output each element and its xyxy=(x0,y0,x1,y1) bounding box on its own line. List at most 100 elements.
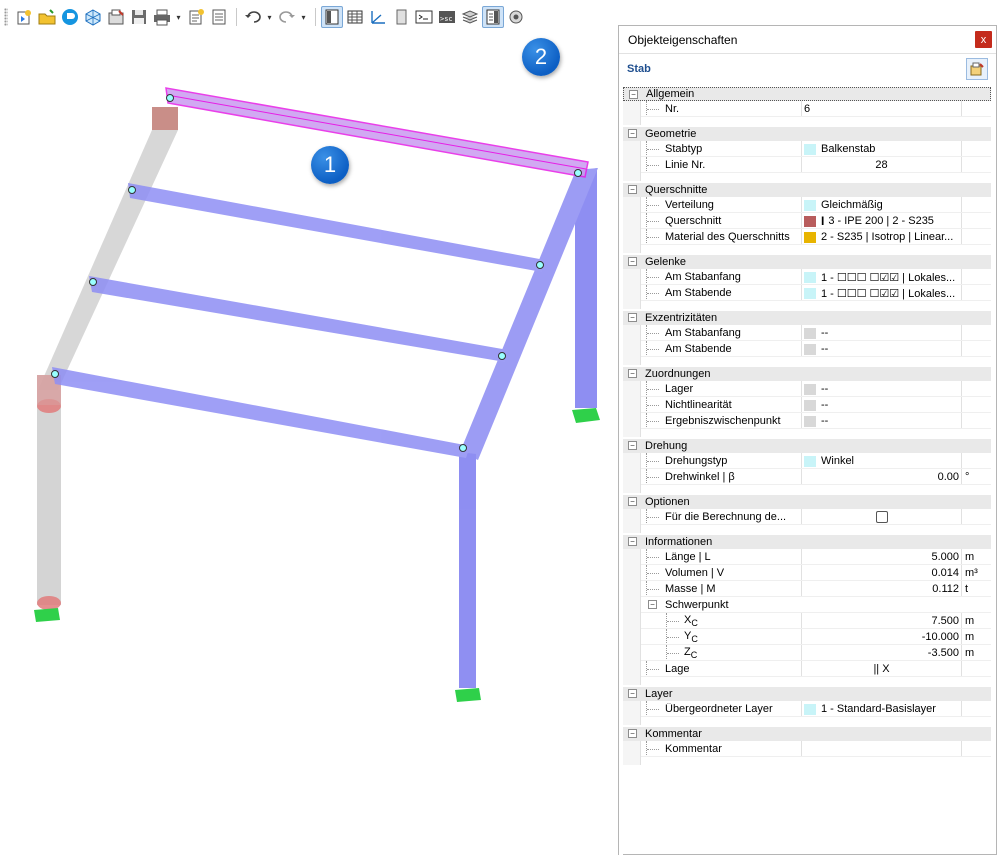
section-header[interactable]: − Querschnitte xyxy=(623,183,991,197)
property-row[interactable]: Übergeordneter Layer 1 - Standard-Basisla… xyxy=(623,701,991,717)
property-row[interactable]: Kommentar xyxy=(623,741,991,757)
new-model-button[interactable] xyxy=(13,6,35,28)
collapse-icon[interactable]: − xyxy=(648,600,657,609)
property-value[interactable]: -- xyxy=(804,383,959,395)
section-header[interactable]: − Optionen xyxy=(623,495,991,509)
property-row[interactable]: − Schwerpunkt xyxy=(623,597,991,613)
property-row[interactable]: Volumen | V 0.014 m³ xyxy=(623,565,991,581)
property-value[interactable]: -- xyxy=(804,343,959,355)
property-value[interactable]: 0.014 xyxy=(804,567,959,579)
property-value[interactable]: 0.112 xyxy=(804,583,959,595)
undo-button[interactable] xyxy=(242,6,264,28)
property-value[interactable]: -3.500 xyxy=(804,647,959,659)
chevron-down-icon[interactable]: ▾ xyxy=(299,6,308,28)
print-button[interactable] xyxy=(151,6,173,28)
chevron-down-icon[interactable]: ▾ xyxy=(265,6,274,28)
panel-close-button[interactable]: x xyxy=(975,31,992,48)
gray-column-front[interactable] xyxy=(37,375,61,610)
navigator-panel-button[interactable] xyxy=(321,6,343,28)
checkbox[interactable] xyxy=(875,511,888,523)
collapse-icon[interactable]: − xyxy=(628,537,637,546)
axis-button[interactable] xyxy=(367,6,389,28)
section-header[interactable]: − Kommentar xyxy=(623,727,991,741)
table-button[interactable] xyxy=(344,6,366,28)
highlighted-beam-6[interactable] xyxy=(165,87,589,178)
property-row[interactable]: Masse | M 0.112 t xyxy=(623,581,991,597)
property-value[interactable]: Gleichmäßig xyxy=(804,199,959,211)
property-value[interactable]: 5.000 xyxy=(804,551,959,563)
property-row[interactable]: Lage || X xyxy=(623,661,991,677)
layers-button[interactable] xyxy=(459,6,481,28)
property-row[interactable]: Am Stabende 1 - ☐☐☐ ☐☑☑ | Lokales... xyxy=(623,285,991,301)
section-header[interactable]: − Allgemein xyxy=(623,87,991,101)
section-header[interactable]: − Geometrie xyxy=(623,127,991,141)
property-value[interactable]: -- xyxy=(804,399,959,411)
property-value[interactable]: 7.500 xyxy=(804,615,959,627)
property-row[interactable]: Querschnitt I 3 - IPE 200 | 2 - S235 xyxy=(623,213,991,229)
selected-frame[interactable] xyxy=(52,168,598,688)
property-row[interactable]: Drehungstyp Winkel xyxy=(623,453,991,469)
property-value[interactable]: -- xyxy=(804,327,959,339)
property-row[interactable]: Für die Berechnung de... xyxy=(623,509,991,525)
rfem-logo-button[interactable] xyxy=(59,6,81,28)
collapse-icon[interactable]: − xyxy=(628,497,637,506)
gray-column-back[interactable] xyxy=(38,107,178,390)
property-row[interactable]: Drehwinkel | β 0.00 ° xyxy=(623,469,991,485)
section-header[interactable]: − Informationen xyxy=(623,535,991,549)
property-value[interactable]: Winkel xyxy=(804,455,959,467)
save-button[interactable] xyxy=(128,6,150,28)
section-header[interactable]: − Exzentrizitäten xyxy=(623,311,991,325)
property-row[interactable]: Nichtlinearität -- xyxy=(623,397,991,413)
property-value[interactable]: -10.000 xyxy=(804,631,959,643)
property-value[interactable]: || X xyxy=(804,663,959,675)
section-header[interactable]: − Zuordnungen xyxy=(623,367,991,381)
property-value[interactable]: I3 - IPE 200 | 2 - S235 xyxy=(804,214,959,228)
section-header[interactable]: − Gelenke xyxy=(623,255,991,269)
collapse-icon[interactable]: − xyxy=(628,441,637,450)
collapse-icon[interactable]: − xyxy=(628,369,637,378)
redo-button[interactable] xyxy=(276,6,298,28)
property-row[interactable]: Verteilung Gleichmäßig xyxy=(623,197,991,213)
property-value[interactable]: 1 - ☐☐☐ ☐☑☑ | Lokales... xyxy=(804,271,959,284)
collapse-icon[interactable]: − xyxy=(628,729,637,738)
property-value[interactable]: 1 - Standard-Basislayer xyxy=(804,703,959,715)
model-viewport[interactable] xyxy=(0,40,610,855)
property-value[interactable]: 28 xyxy=(804,159,959,171)
property-row[interactable]: Material des Querschnitts 2 - S235 | Isot… xyxy=(623,229,991,245)
property-row[interactable]: Nr. 6 xyxy=(623,101,991,117)
property-value[interactable]: 0.00 xyxy=(804,471,959,483)
new-report-button[interactable] xyxy=(185,6,207,28)
collapse-icon[interactable]: − xyxy=(628,129,637,138)
script-button[interactable]: >sc xyxy=(436,6,458,28)
toolbar-grip[interactable] xyxy=(4,8,8,26)
collapse-icon[interactable]: − xyxy=(628,257,637,266)
model-save-as-button[interactable] xyxy=(105,6,127,28)
cube-network-button[interactable] xyxy=(82,6,104,28)
property-value[interactable]: Balkenstab xyxy=(804,143,959,155)
property-row[interactable]: XC 7.500 m xyxy=(623,613,991,629)
property-value[interactable]: -- xyxy=(804,415,959,427)
view-settings-button[interactable] xyxy=(505,6,527,28)
property-row[interactable]: Lager -- xyxy=(623,381,991,397)
property-row[interactable]: YC -10.000 m xyxy=(623,629,991,645)
property-row[interactable]: Am Stabende -- xyxy=(623,341,991,357)
model-3d-view[interactable] xyxy=(0,40,610,855)
console-button[interactable] xyxy=(413,6,435,28)
page-button[interactable] xyxy=(390,6,412,28)
panel-settings-button[interactable] xyxy=(966,58,988,80)
section-header[interactable]: − Drehung xyxy=(623,439,991,453)
chevron-down-icon[interactable]: ▾ xyxy=(174,6,183,28)
property-row[interactable]: Ergebniszwischenpunkt -- xyxy=(623,413,991,429)
collapse-icon[interactable]: − xyxy=(629,90,638,99)
property-row[interactable]: Stabtyp Balkenstab xyxy=(623,141,991,157)
property-row[interactable]: ZC -3.500 m xyxy=(623,645,991,661)
collapse-icon[interactable]: − xyxy=(628,689,637,698)
property-row[interactable]: Am Stabanfang -- xyxy=(623,325,991,341)
section-header[interactable]: − Layer xyxy=(623,687,991,701)
property-row[interactable]: Am Stabanfang 1 - ☐☐☐ ☐☑☑ | Lokales... xyxy=(623,269,991,285)
properties-panel-button[interactable] xyxy=(482,6,504,28)
collapse-icon[interactable]: − xyxy=(628,313,637,322)
property-value[interactable]: 2 - S235 | Isotrop | Linear... xyxy=(804,231,959,243)
property-value[interactable]: 1 - ☐☐☐ ☐☑☑ | Lokales... xyxy=(804,287,959,300)
supports[interactable] xyxy=(34,408,600,702)
